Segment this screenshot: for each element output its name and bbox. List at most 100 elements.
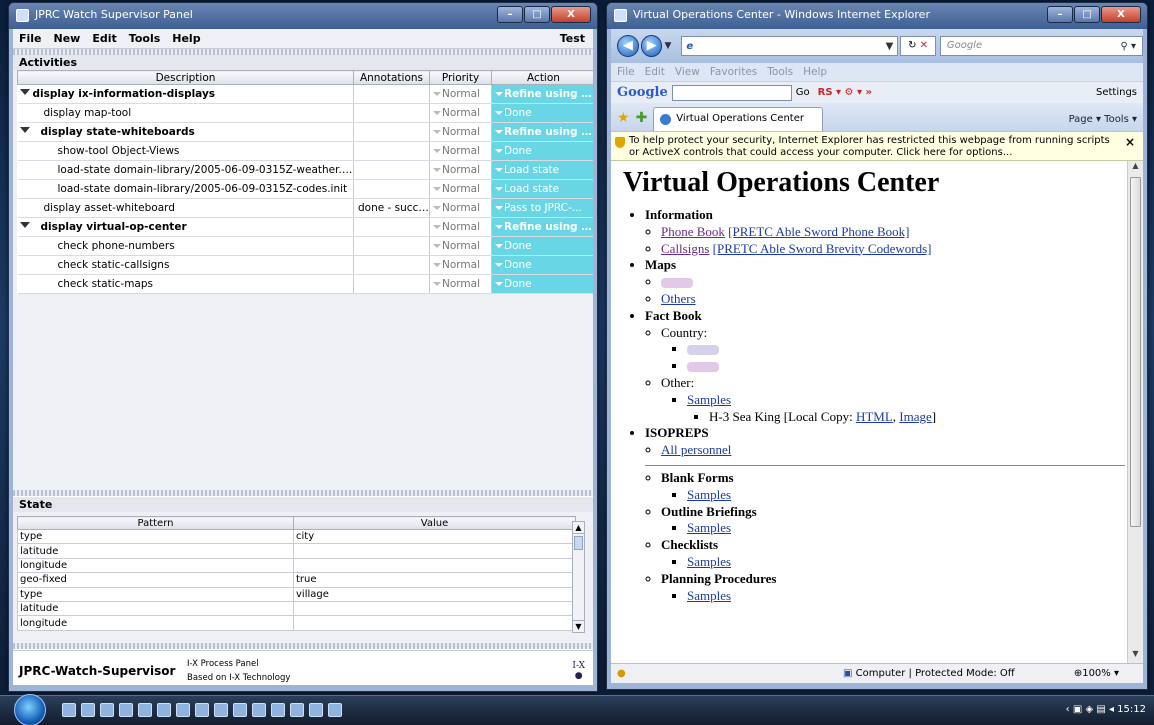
link-samples[interactable]: Samples xyxy=(687,392,731,407)
link-all-personnel[interactable]: All personnel xyxy=(661,442,731,457)
redacted-link[interactable] xyxy=(687,345,719,356)
back-icon[interactable]: ◀ xyxy=(617,35,639,57)
quick-launch-icon[interactable] xyxy=(252,703,266,717)
google-settings-button[interactable]: Settings xyxy=(1096,87,1137,98)
priority-select[interactable]: Normal xyxy=(429,141,492,161)
quick-launch-icon[interactable] xyxy=(119,703,133,717)
address-dropdown-icon[interactable]: ▼ xyxy=(886,41,894,52)
google-go-button[interactable]: Go xyxy=(796,87,810,98)
maximize-button[interactable]: □ xyxy=(1074,6,1100,23)
table-row[interactable]: check static-callsigns Normal Done xyxy=(17,255,593,275)
action-select[interactable]: Load state xyxy=(491,160,593,180)
menu-tools[interactable]: Tools xyxy=(129,32,160,45)
scroll-up-icon[interactable]: ▲ xyxy=(1128,161,1143,175)
table-row[interactable]: check phone-numbers Normal Done xyxy=(17,236,593,256)
split-grip[interactable] xyxy=(13,490,593,496)
quick-launch-icon[interactable] xyxy=(176,703,190,717)
menu-tools[interactable]: Tools xyxy=(767,66,793,78)
refresh-icon[interactable]: ↻ xyxy=(908,40,916,51)
table-row[interactable]: latitude xyxy=(17,600,576,617)
action-select[interactable]: Load state xyxy=(491,179,593,199)
table-row[interactable]: geo-fixed true xyxy=(17,572,576,588)
table-row[interactable]: display asset-whiteboard done - succe...… xyxy=(17,198,593,218)
menu-new[interactable]: New xyxy=(54,32,81,45)
menu-edit[interactable]: Edit xyxy=(92,32,116,45)
minimize-button[interactable]: – xyxy=(1047,6,1073,23)
scroll-up-icon[interactable]: ▲ xyxy=(573,522,584,534)
link-image[interactable]: Image xyxy=(899,409,931,424)
quick-launch-icon[interactable] xyxy=(309,703,323,717)
tab-virtual-operations-center[interactable]: Virtual Operations Center xyxy=(653,107,824,131)
priority-select[interactable]: Normal xyxy=(429,217,492,237)
quick-launch-icon[interactable] xyxy=(328,703,342,717)
close-button[interactable]: X xyxy=(551,6,591,23)
table-row[interactable]: display ix-information-displays Normal R… xyxy=(17,84,593,104)
menu-file[interactable]: File xyxy=(19,32,42,45)
history-dropdown-icon[interactable]: ▼ xyxy=(664,41,671,51)
table-row[interactable]: display virtual-op-center Normal Refine … xyxy=(17,217,593,237)
priority-select[interactable]: Normal xyxy=(429,84,492,104)
refresh-stop-buttons[interactable]: ↻ ✕ xyxy=(900,36,936,56)
link-brevity-codewords[interactable]: [PRETC Able Sword Brevity Codewords] xyxy=(713,241,932,256)
menu-help[interactable]: Help xyxy=(803,66,827,78)
page-scrollbar[interactable]: ▲ ▼ xyxy=(1127,161,1143,663)
collapse-triangle-icon[interactable] xyxy=(19,127,30,138)
redacted-link[interactable] xyxy=(687,362,719,373)
tray-icons[interactable]: ‹ ▣ ◈ ▤ ◂ xyxy=(1066,704,1118,715)
table-row[interactable]: check static-maps Normal Done xyxy=(17,274,593,294)
col-annotations[interactable]: Annotations xyxy=(353,70,430,85)
favorites-star-icon[interactable]: ★ xyxy=(617,110,630,126)
stop-icon[interactable]: ✕ xyxy=(920,40,928,51)
menu-view[interactable]: View xyxy=(675,66,700,78)
quick-launch-icon[interactable] xyxy=(214,703,228,717)
action-select[interactable]: Refine using b... xyxy=(491,84,593,104)
menu-edit[interactable]: Edit xyxy=(645,66,665,78)
action-select[interactable]: Pass to JPRC-... xyxy=(491,198,593,218)
action-select[interactable]: Refine using d... xyxy=(491,122,593,142)
table-row[interactable]: load-state domain-library/2005-06-09-031… xyxy=(17,160,593,180)
table-row[interactable]: latitude xyxy=(17,543,576,559)
scroll-thumb[interactable] xyxy=(574,536,583,550)
priority-select[interactable]: Normal xyxy=(429,122,492,142)
menu-help[interactable]: Help xyxy=(172,32,200,45)
split-grip[interactable] xyxy=(13,643,593,649)
collapse-triangle-icon[interactable] xyxy=(19,222,30,233)
quick-launch-icon[interactable] xyxy=(271,703,285,717)
priority-select[interactable]: Normal xyxy=(429,160,492,180)
table-row[interactable]: longitude xyxy=(17,615,576,631)
action-select[interactable]: Done xyxy=(491,255,593,275)
col-action[interactable]: Action xyxy=(491,70,593,85)
action-select[interactable]: Done xyxy=(491,103,593,123)
address-bar[interactable]: e ▼ xyxy=(681,36,899,56)
link-samples[interactable]: Samples xyxy=(687,520,731,535)
col-value[interactable]: Value xyxy=(293,516,576,530)
table-row[interactable]: display state-whiteboards Normal Refine … xyxy=(17,122,593,142)
link-samples[interactable]: Samples xyxy=(687,588,731,603)
col-pattern[interactable]: Pattern xyxy=(17,516,294,530)
quick-launch-icon[interactable] xyxy=(100,703,114,717)
priority-select[interactable]: Normal xyxy=(429,103,492,123)
table-row[interactable]: show-tool Object-Views Normal Done xyxy=(17,141,593,161)
table-row[interactable]: load-state domain-library/2005-06-09-031… xyxy=(17,179,593,199)
google-search-input[interactable] xyxy=(671,84,792,101)
link-callsigns[interactable]: Callsigns xyxy=(661,241,709,256)
link-html[interactable]: HTML xyxy=(856,409,893,424)
add-favorite-icon[interactable]: ✚ xyxy=(636,110,648,126)
quick-launch-icon[interactable] xyxy=(62,703,76,717)
priority-select[interactable]: Normal xyxy=(429,255,492,275)
action-select[interactable]: Done xyxy=(491,274,593,294)
maximize-button[interactable]: □ xyxy=(524,6,550,23)
link-phone-book-pretc[interactable]: [PRETC Able Sword Phone Book] xyxy=(728,224,909,239)
action-select[interactable]: Refine using d... xyxy=(491,217,593,237)
table-row[interactable]: longitude xyxy=(17,557,576,574)
table-row[interactable]: type village xyxy=(17,586,576,602)
action-select[interactable]: Done xyxy=(491,141,593,161)
col-description[interactable]: Description xyxy=(17,70,354,85)
priority-select[interactable]: Normal xyxy=(429,236,492,256)
zoom-level[interactable]: ⊕100% ▾ xyxy=(1074,664,1119,683)
scroll-thumb[interactable] xyxy=(1130,177,1141,527)
col-priority[interactable]: Priority xyxy=(429,70,492,85)
search-icon[interactable]: ⚲ ▾ xyxy=(1120,38,1136,56)
menu-favorites[interactable]: Favorites xyxy=(710,66,757,78)
link-phone-book[interactable]: Phone Book xyxy=(661,224,725,239)
